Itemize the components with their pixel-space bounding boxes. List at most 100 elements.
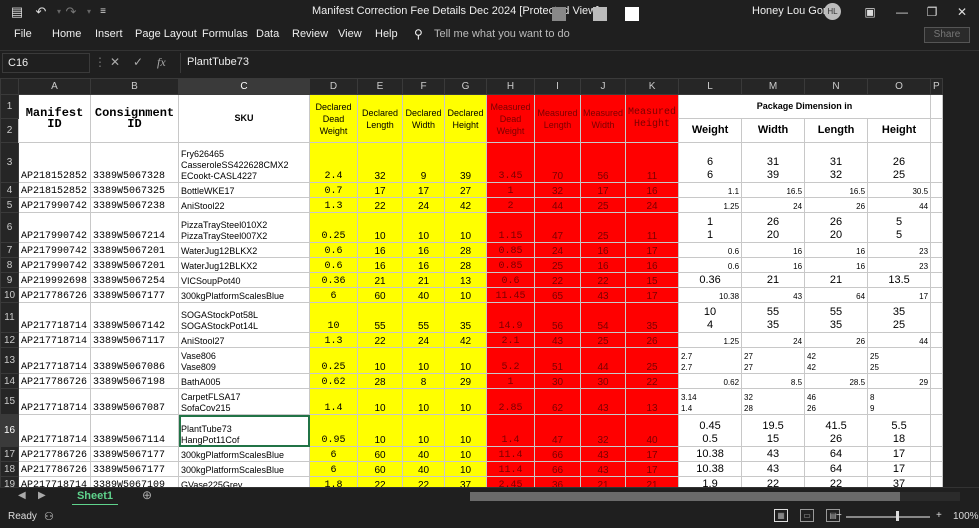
measured-height-cell[interactable]: 24 bbox=[625, 197, 680, 213]
page-layout-view-icon[interactable]: ▭ bbox=[800, 509, 814, 522]
col-header-f[interactable]: F bbox=[402, 78, 445, 95]
undo-icon[interactable]: ↶ bbox=[32, 3, 50, 21]
pkg-height-cell[interactable]: 35 25 bbox=[867, 302, 932, 333]
declared-height-cell[interactable]: 10 bbox=[444, 461, 487, 477]
pkg-width-cell[interactable]: 43 bbox=[741, 461, 806, 477]
close-icon[interactable]: ✕ bbox=[950, 2, 974, 22]
consignment-id-cell[interactable]: 3389W5067114 bbox=[90, 414, 179, 447]
file-icon[interactable]: ▤ bbox=[8, 3, 26, 21]
tab-review[interactable]: Review bbox=[292, 28, 328, 40]
tab-help[interactable]: Help bbox=[375, 28, 398, 40]
manifest-id-cell[interactable]: AP217786726 bbox=[18, 446, 91, 462]
header-consignment-id[interactable]: Consignment ID bbox=[90, 94, 179, 143]
consignment-id-cell[interactable]: 3389W5067325 bbox=[90, 182, 179, 198]
pkg-weight-cell[interactable]: 1.25 bbox=[678, 197, 743, 213]
cell[interactable] bbox=[930, 242, 943, 258]
cancel-icon[interactable]: ✕ bbox=[110, 55, 120, 69]
pkg-weight-cell[interactable]: 3.14 1.4 bbox=[678, 388, 743, 415]
consignment-id-cell[interactable]: 3389W5067109 bbox=[90, 476, 179, 487]
measured-weight-cell[interactable]: 1 bbox=[486, 182, 535, 198]
manifest-id-cell[interactable]: AP217786726 bbox=[18, 287, 91, 303]
declared-width-cell[interactable]: 22 bbox=[402, 476, 445, 487]
measured-length-cell[interactable]: 32 bbox=[534, 182, 581, 198]
declared-weight-cell[interactable]: 1.8 bbox=[309, 476, 358, 487]
manifest-id-cell[interactable]: AP217718714 bbox=[18, 476, 91, 487]
sku-cell[interactable]: AniStool22 bbox=[178, 197, 310, 213]
declared-length-cell[interactable]: 55 bbox=[357, 302, 403, 333]
pkg-length-cell[interactable]: 46 26 bbox=[804, 388, 869, 415]
manifest-id-cell[interactable]: AP217718714 bbox=[18, 302, 91, 333]
pkg-length-cell[interactable]: 42 42 bbox=[804, 347, 869, 374]
pkg-height-cell[interactable]: 44 bbox=[867, 332, 932, 348]
declared-width-cell[interactable]: 10 bbox=[402, 347, 445, 374]
row-header[interactable]: 12 bbox=[0, 332, 19, 348]
measured-width-cell[interactable]: 25 bbox=[579, 197, 627, 213]
cell[interactable] bbox=[930, 461, 943, 477]
pkg-length-cell[interactable]: 28.5 bbox=[804, 373, 869, 389]
normal-view-icon[interactable]: ▦ bbox=[774, 509, 788, 522]
declared-width-cell[interactable]: 16 bbox=[402, 257, 445, 273]
declared-weight-cell[interactable]: 0.62 bbox=[309, 373, 358, 389]
measured-height-cell[interactable]: 26 bbox=[625, 332, 680, 348]
pkg-weight-cell[interactable]: 1.9 bbox=[678, 476, 743, 487]
pkg-length-cell[interactable]: 16.5 bbox=[804, 182, 869, 198]
share-button[interactable]: Share bbox=[924, 27, 970, 43]
manifest-id-cell[interactable]: AP217718714 bbox=[18, 347, 91, 374]
measured-length-cell[interactable]: 66 bbox=[534, 461, 581, 477]
pkg-weight-cell[interactable]: 0.62 bbox=[678, 373, 743, 389]
row-header[interactable]: 17 bbox=[0, 446, 19, 462]
measured-weight-cell[interactable]: 0.85 bbox=[486, 242, 535, 258]
sku-cell[interactable]: 300kgPlatformScalesBlue bbox=[178, 287, 310, 303]
col-header-m[interactable]: M bbox=[741, 78, 806, 95]
declared-width-cell[interactable]: 40 bbox=[402, 287, 445, 303]
declared-height-cell[interactable]: 13 bbox=[444, 272, 487, 288]
measured-weight-cell[interactable]: 11.4 bbox=[486, 446, 535, 462]
row-header[interactable]: 10 bbox=[0, 287, 19, 303]
declared-weight-cell[interactable]: 0.6 bbox=[309, 257, 358, 273]
consignment-id-cell[interactable]: 3389W5067142 bbox=[90, 302, 179, 333]
pkg-width-cell[interactable]: 55 35 bbox=[741, 302, 806, 333]
consignment-id-cell[interactable]: 3389W5067177 bbox=[90, 287, 179, 303]
pkg-width-cell[interactable]: 43 bbox=[741, 446, 806, 462]
measured-height-cell[interactable]: 17 bbox=[625, 287, 680, 303]
add-sheet-icon[interactable]: ⊕ bbox=[142, 488, 152, 502]
declared-weight-cell[interactable]: 0.95 bbox=[309, 414, 358, 447]
row-header[interactable]: 2 bbox=[0, 118, 19, 143]
manifest-id-cell[interactable]: AP217786726 bbox=[18, 373, 91, 389]
header-declared-dead-weight[interactable]: Declared Dead Weight bbox=[309, 94, 358, 143]
declared-length-cell[interactable]: 22 bbox=[357, 332, 403, 348]
row-header[interactable]: 13 bbox=[0, 347, 19, 374]
measured-weight-cell[interactable]: 5.2 bbox=[486, 347, 535, 374]
tab-formulas[interactable]: Formulas bbox=[202, 28, 248, 40]
measured-width-cell[interactable]: 43 bbox=[579, 461, 627, 477]
measured-width-cell[interactable]: 56 bbox=[579, 142, 627, 183]
sku-cell[interactable]: WaterJug12BLKX2 bbox=[178, 257, 310, 273]
declared-width-cell[interactable]: 24 bbox=[402, 197, 445, 213]
col-header-p[interactable]: P bbox=[930, 78, 943, 95]
pkg-width-cell[interactable]: 22 bbox=[741, 476, 806, 487]
declared-length-cell[interactable]: 10 bbox=[357, 414, 403, 447]
measured-height-cell[interactable]: 17 bbox=[625, 446, 680, 462]
header-package-dimension[interactable]: Package Dimension in bbox=[678, 94, 932, 119]
name-box[interactable]: C16 bbox=[2, 53, 90, 73]
pkg-height-cell[interactable]: 55 bbox=[867, 212, 932, 243]
measured-length-cell[interactable]: 62 bbox=[534, 388, 581, 415]
formula-input[interactable]: PlantTube73 bbox=[180, 53, 965, 73]
declared-width-cell[interactable]: 9 bbox=[402, 142, 445, 183]
consignment-id-cell[interactable]: 3389W5067238 bbox=[90, 197, 179, 213]
tab-file[interactable]: File bbox=[14, 28, 32, 40]
pkg-height-cell[interactable]: 13.5 bbox=[867, 272, 932, 288]
measured-height-cell[interactable]: 15 bbox=[625, 272, 680, 288]
consignment-id-cell[interactable]: 3389W5067198 bbox=[90, 373, 179, 389]
pkg-weight-cell[interactable]: 66 bbox=[678, 142, 743, 183]
measured-height-cell[interactable]: 16 bbox=[625, 257, 680, 273]
declared-length-cell[interactable]: 32 bbox=[357, 142, 403, 183]
row-header[interactable]: 14 bbox=[0, 373, 19, 389]
measured-weight-cell[interactable]: 2 bbox=[486, 197, 535, 213]
cell-grid[interactable]: A B C D E F G H I J K L M N O P 1 Manife… bbox=[0, 78, 943, 487]
measured-length-cell[interactable]: 25 bbox=[534, 257, 581, 273]
consignment-id-cell[interactable]: 3389W5067201 bbox=[90, 257, 179, 273]
cell[interactable] bbox=[930, 142, 943, 183]
declared-length-cell[interactable]: 28 bbox=[357, 373, 403, 389]
declared-width-cell[interactable]: 40 bbox=[402, 446, 445, 462]
